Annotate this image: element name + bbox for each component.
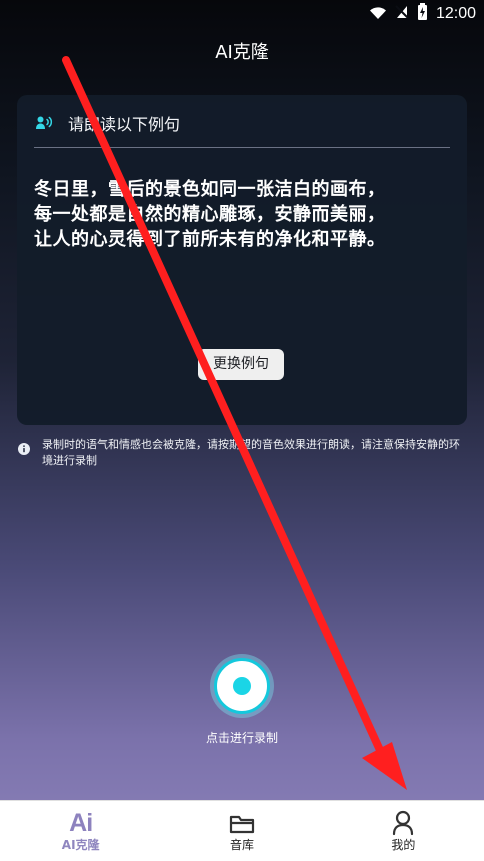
passage-line: 冬日里，雪后的景色如同一张洁白的画布， bbox=[34, 179, 386, 200]
nav-item-voice-library[interactable]: 音库 bbox=[161, 801, 322, 861]
card-header: 请朗读以下例句 bbox=[35, 113, 180, 137]
status-bar: 12:00 bbox=[0, 0, 484, 28]
info-icon bbox=[18, 440, 30, 455]
recording-notice: 录制时的语气和情感也会被克隆，请按期望的音色效果进行朗读，请注意保持安静的环境进… bbox=[18, 437, 465, 469]
record-button[interactable] bbox=[214, 658, 270, 714]
folder-icon bbox=[228, 810, 256, 836]
wifi-icon bbox=[369, 5, 387, 24]
notice-text: 录制时的语气和情感也会被克隆，请按期望的音色效果进行朗读，请注意保持安静的环境进… bbox=[42, 438, 460, 467]
reading-passage: 冬日里，雪后的景色如同一张洁白的画布， 每一处都是自然的精心雕琢，安静而美丽， … bbox=[34, 177, 452, 252]
reading-prompt-card: 请朗读以下例句 冬日里，雪后的景色如同一张洁白的画布， 每一处都是自然的精心雕琢… bbox=[17, 95, 467, 425]
nav-item-profile[interactable]: 我的 bbox=[323, 801, 484, 861]
ai-logo-icon: Ai bbox=[69, 808, 93, 837]
nav-label-profile: 我的 bbox=[391, 838, 416, 852]
nav-label-ai-clone: AI克隆 bbox=[61, 838, 100, 852]
status-icons: 12:00 bbox=[369, 3, 476, 25]
passage-line: 每一处都是自然的精心雕琢，安静而美丽， bbox=[34, 204, 386, 225]
no-signal-icon bbox=[395, 4, 409, 24]
user-icon bbox=[389, 810, 417, 836]
speaker-person-icon bbox=[35, 115, 53, 135]
nav-item-ai-clone[interactable]: Ai AI克隆 bbox=[0, 801, 161, 861]
passage-line: 让人的心灵得到了前所未有的净化和平静。 bbox=[34, 229, 386, 250]
prompt-header-label: 请朗读以下例句 bbox=[68, 115, 181, 134]
page-title: AI克隆 bbox=[215, 42, 269, 63]
record-indicator-icon bbox=[233, 677, 251, 695]
status-time: 12:00 bbox=[435, 5, 476, 22]
change-example-button[interactable]: 更换例句 bbox=[198, 349, 284, 380]
card-divider bbox=[34, 147, 450, 148]
nav-label-voice-library: 音库 bbox=[229, 838, 254, 852]
battery-charging-icon bbox=[417, 3, 428, 25]
bottom-navigation: Ai AI克隆 音库 我的 bbox=[0, 800, 484, 861]
record-label: 点击进行录制 bbox=[205, 731, 278, 745]
